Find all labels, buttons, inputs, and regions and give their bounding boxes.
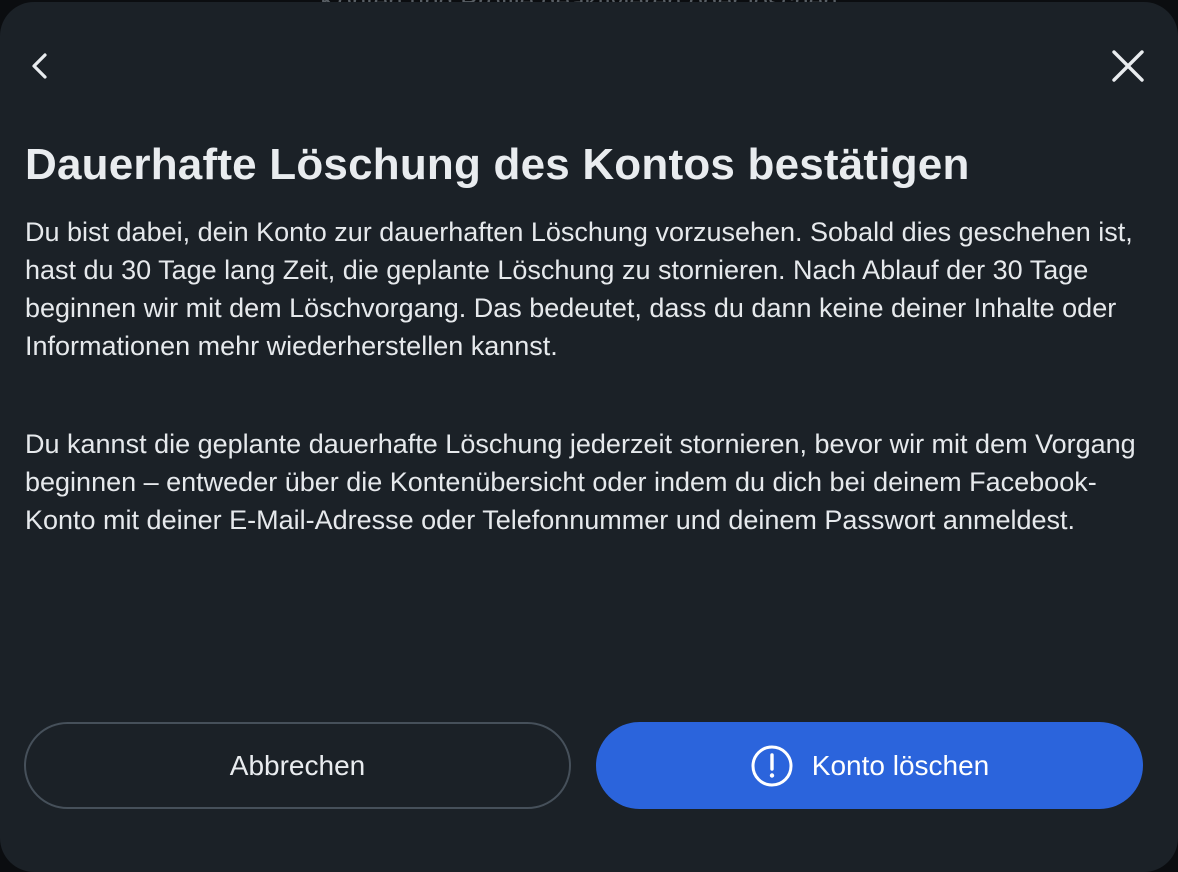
back-button[interactable] xyxy=(16,42,64,90)
cancel-button[interactable]: Abbrechen xyxy=(24,722,571,809)
delete-account-button-label: Konto löschen xyxy=(811,749,990,781)
dialog-title: Dauerhafte Löschung des Kontos bestätige… xyxy=(25,140,970,189)
exclamation-circle-icon xyxy=(750,744,794,788)
close-button[interactable] xyxy=(1104,42,1152,90)
info-paragraph-2: Du kannst die geplante dauerhafte Löschu… xyxy=(25,429,1136,535)
info-paragraph-1: Du bist dabei, dein Konto zur dauerhafte… xyxy=(25,217,1133,361)
chevron-left-icon xyxy=(32,53,47,79)
cancel-button-label: Abbrechen xyxy=(229,749,366,781)
delete-account-button[interactable]: Konto löschen xyxy=(596,722,1143,809)
delete-account-dialog: Dauerhafte Löschung des Kontos bestätige… xyxy=(0,2,1178,872)
close-icon xyxy=(1112,50,1144,82)
